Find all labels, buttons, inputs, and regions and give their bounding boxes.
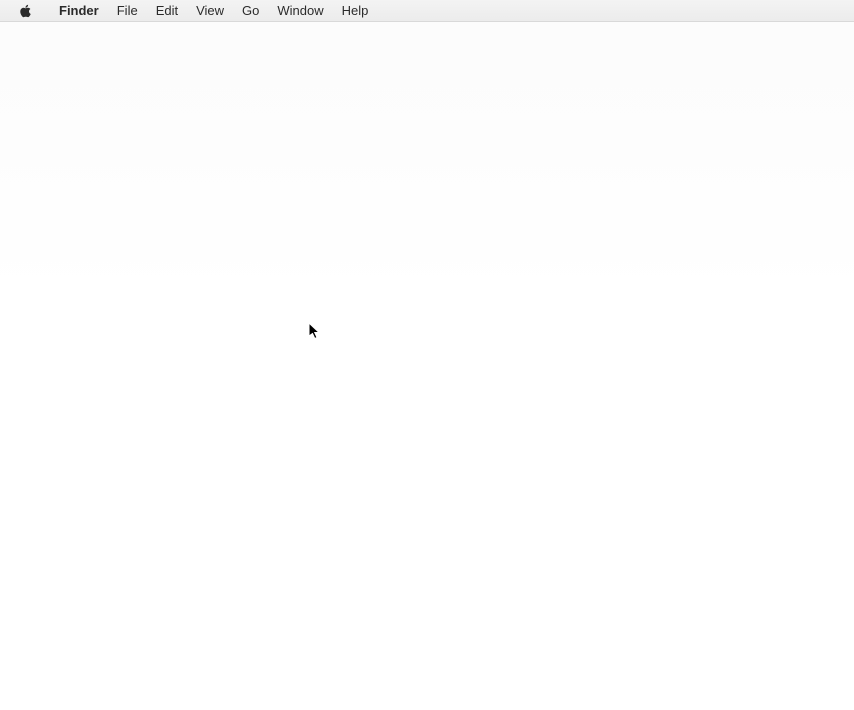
menu-edit[interactable]: Edit <box>147 0 187 21</box>
desktop-area[interactable] <box>0 22 854 710</box>
cursor-icon <box>309 323 321 341</box>
menu-view[interactable]: View <box>187 0 233 21</box>
menu-app-name[interactable]: Finder <box>50 0 108 21</box>
menu-go[interactable]: Go <box>233 0 268 21</box>
menu-window[interactable]: Window <box>268 0 332 21</box>
menu-file[interactable]: File <box>108 0 147 21</box>
apple-menu-icon[interactable] <box>18 4 32 18</box>
menubar: Finder File Edit View Go Window Help <box>0 0 854 22</box>
menu-help[interactable]: Help <box>333 0 378 21</box>
